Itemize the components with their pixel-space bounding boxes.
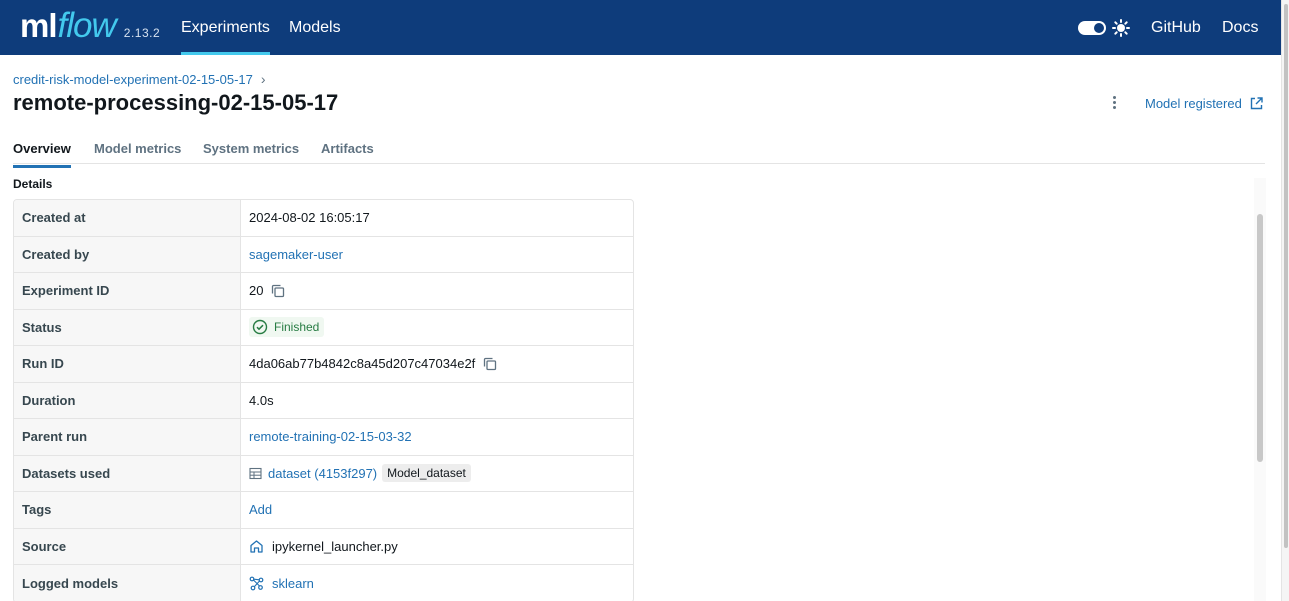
table-row: Tags Add xyxy=(14,492,633,529)
sun-icon[interactable] xyxy=(1112,19,1130,37)
experiment-id-label: Experiment ID xyxy=(14,273,241,309)
check-circle-icon xyxy=(252,320,268,335)
table-row: Logged models sklearn xyxy=(14,565,633,601)
status-badge: Finished xyxy=(249,317,325,338)
status-value: Finished xyxy=(274,320,320,335)
logged-models-label: Logged models xyxy=(14,565,241,601)
mlflow-logo[interactable]: ml flow 2.13.2 xyxy=(20,3,160,49)
breadcrumb: credit-risk-model-experiment-02-15-05-17… xyxy=(13,71,266,87)
breadcrumb-experiment-link[interactable]: credit-risk-model-experiment-02-15-05-17 xyxy=(13,72,253,87)
details-table: Created at 2024-08-02 16:05:17 Created b… xyxy=(13,199,634,601)
experiment-id-value: 20 xyxy=(249,283,264,299)
chevron-right-icon: › xyxy=(260,71,266,87)
nav-github[interactable]: GitHub xyxy=(1151,0,1201,55)
parent-run-label: Parent run xyxy=(14,419,241,455)
tags-label: Tags xyxy=(14,492,241,528)
dataset-link[interactable]: dataset (4153f297) xyxy=(268,466,377,481)
table-row: Created at 2024-08-02 16:05:17 xyxy=(14,200,633,237)
logo-flow-text: flow xyxy=(57,6,117,45)
add-tag-link[interactable]: Add xyxy=(249,502,272,517)
table-row: Duration 4.0s xyxy=(14,382,633,419)
source-label: Source xyxy=(14,528,241,564)
table-icon xyxy=(249,467,262,479)
table-row: Experiment ID 20 xyxy=(14,273,633,310)
duration-label: Duration xyxy=(14,382,241,418)
top-navigation-bar: ml flow 2.13.2 Experiments Models GitHub… xyxy=(0,0,1281,55)
source-value[interactable]: ipykernel_launcher.py xyxy=(272,539,398,554)
tab-system-metrics[interactable]: System metrics xyxy=(203,141,299,156)
content-scrollbar[interactable] xyxy=(1254,178,1266,601)
version-label: 2.13.2 xyxy=(123,26,161,40)
table-row: Parent run remote-training-02-15-03-32 xyxy=(14,419,633,456)
table-row: Source ipykernel_launcher.py xyxy=(14,528,633,565)
copy-icon[interactable] xyxy=(271,284,285,298)
datasets-used-label: Datasets used xyxy=(14,455,241,491)
tab-overview[interactable]: Overview xyxy=(13,141,71,168)
notebook-icon xyxy=(250,540,263,553)
table-row: Run ID 4da06ab77b4842c8a45d207c47034e2f xyxy=(14,346,633,383)
logged-model-link[interactable]: sklearn xyxy=(272,576,314,591)
page-title: remote-processing-02-15-05-17 xyxy=(13,90,339,115)
nav-experiments[interactable]: Experiments xyxy=(181,0,270,55)
page-scrollbar[interactable] xyxy=(1281,0,1289,601)
model-registered-link[interactable]: Model registered xyxy=(1145,96,1263,111)
parent-run-link[interactable]: remote-training-02-15-03-32 xyxy=(249,429,412,444)
page-scrollbar-thumb[interactable] xyxy=(1284,4,1288,548)
model-icon xyxy=(249,576,264,591)
table-row: Created by sagemaker-user xyxy=(14,236,633,273)
content-scrollbar-thumb[interactable] xyxy=(1257,214,1263,462)
created-at-label: Created at xyxy=(14,200,241,236)
dataset-context-tag: Model_dataset xyxy=(382,464,471,483)
duration-value: 4.0s xyxy=(249,392,274,408)
tab-model-metrics[interactable]: Model metrics xyxy=(94,141,181,156)
kebab-menu-icon[interactable] xyxy=(1108,96,1120,112)
logo-ml-text: ml xyxy=(20,7,58,44)
tab-artifacts[interactable]: Artifacts xyxy=(321,141,374,156)
created-by-link[interactable]: sagemaker-user xyxy=(249,247,343,262)
theme-toggle-icon[interactable] xyxy=(1078,21,1106,35)
nav-docs[interactable]: Docs xyxy=(1222,0,1258,55)
created-by-label: Created by xyxy=(14,236,241,272)
created-at-value: 2024-08-02 16:05:17 xyxy=(249,210,370,226)
table-row: Status Finished xyxy=(14,309,633,346)
nav-models[interactable]: Models xyxy=(289,0,341,55)
run-tabs: Overview Model metrics System metrics Ar… xyxy=(13,132,1265,168)
run-id-label: Run ID xyxy=(14,346,241,382)
status-label: Status xyxy=(14,309,241,345)
model-registered-label: Model registered xyxy=(1145,96,1242,111)
external-link-icon xyxy=(1250,97,1263,110)
run-id-value: 4da06ab77b4842c8a45d207c47034e2f xyxy=(249,356,476,372)
table-row: Datasets used dataset (4153f297) Model_d… xyxy=(14,455,633,492)
copy-icon[interactable] xyxy=(483,357,497,371)
details-heading: Details xyxy=(13,177,53,191)
